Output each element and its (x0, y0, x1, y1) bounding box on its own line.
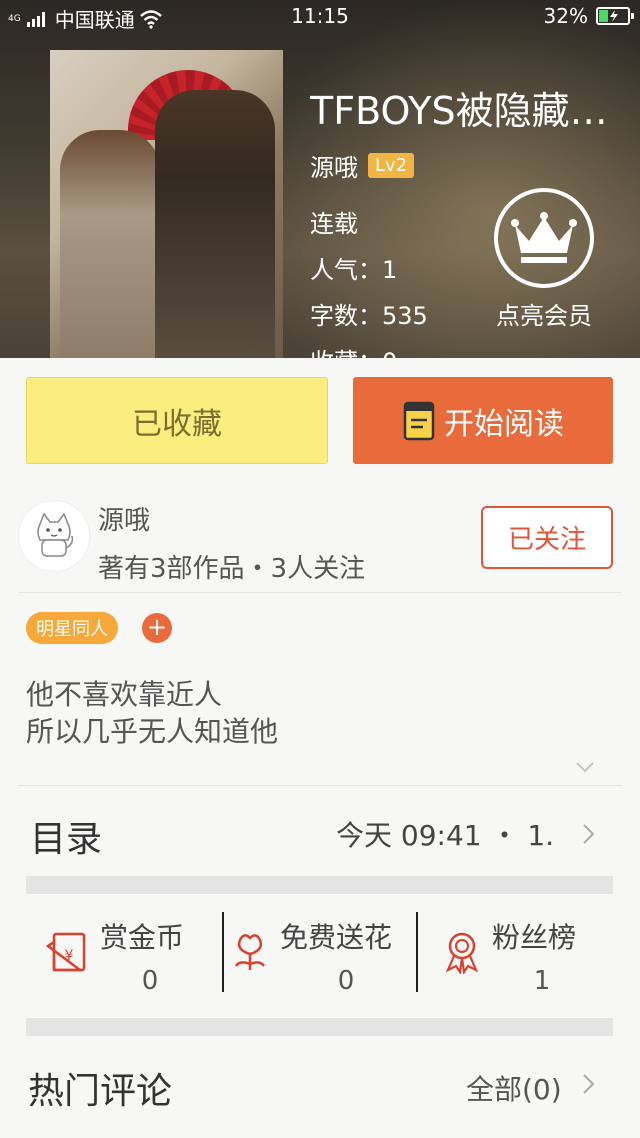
popularity: 人气：1 (310, 256, 398, 284)
hot-comments-row[interactable]: 热门评论 全部(0) (0, 1050, 640, 1120)
divider (18, 785, 622, 786)
toc-title: 目录 (30, 819, 103, 860)
cover-figure-right (155, 90, 275, 358)
book-header: 4G 中国联通 11:15 32% TFBOYS被隐藏… 源哦 Lv2 连载 人… (0, 0, 640, 358)
battery-percent: 32% (543, 4, 588, 28)
tag-chip[interactable]: 明星同人 (26, 612, 118, 644)
free-flowers-value: 0 (337, 966, 355, 996)
chevron-down-icon[interactable] (574, 756, 596, 778)
author-card-name[interactable]: 源哦 (98, 500, 150, 537)
follow-button[interactable]: 已关注 (481, 506, 613, 569)
vip-circle (494, 188, 594, 288)
author-level-badge: Lv2 (368, 153, 415, 178)
serial-status: 连载 (310, 210, 358, 238)
collected-label: 已收藏 (132, 406, 222, 442)
all-comments-link[interactable]: 全部(0) (466, 1068, 562, 1108)
table-of-contents-row[interactable]: 目录 今天 09:41 ・ 1. (0, 800, 640, 870)
collected-button[interactable]: 已收藏 (26, 377, 328, 464)
svg-text:¥: ¥ (65, 948, 74, 964)
fan-ranking-value: 1 (533, 966, 551, 996)
cat-avatar-icon (37, 512, 74, 557)
toc-latest-update: 今天 09:41 ・ 1. (336, 819, 555, 852)
chevron-right-icon (583, 824, 595, 844)
word-count: 字数：535 (310, 302, 428, 330)
book-title: TFBOYS被隐藏… (310, 89, 608, 133)
description-line: 他不喜欢靠近人 (26, 678, 223, 711)
status-bar: 4G 中国联通 11:15 32% (0, 0, 640, 34)
fan-ranking-label: 粉丝榜 (492, 921, 577, 954)
start-reading-label: 开始阅读 (444, 406, 564, 442)
start-reading-button[interactable]: 开始阅读 (353, 377, 613, 464)
vip-button[interactable]: 点亮会员 (492, 188, 596, 331)
cover-figure-left (60, 130, 160, 358)
description-line: 所以几乎无人知道他 (26, 715, 279, 748)
favorite-count: 收藏：0 (310, 342, 397, 358)
section-separator (26, 1018, 613, 1036)
divider (18, 592, 622, 593)
follow-label: 已关注 (507, 525, 586, 555)
reward-coins-item[interactable]: ¥ 赏金币 0 (26, 894, 222, 1016)
author-name[interactable]: 源哦 (310, 148, 358, 183)
fan-ranking-item[interactable]: 粉丝榜 1 (418, 894, 613, 1016)
author-card-stats: 著有3部作品・3人关注 (98, 554, 366, 584)
vip-label: 点亮会员 (496, 302, 592, 330)
book-icon (403, 401, 435, 440)
support-stats: ¥ 赏金币 0 免费送花 0 粉丝榜 1 (26, 894, 613, 1016)
reward-coins-value: 0 (141, 966, 159, 996)
flower-icon (234, 934, 266, 970)
section-separator (26, 876, 613, 894)
hot-comments-title: 热门评论 (28, 1071, 173, 1112)
free-flowers-label: 免费送花 (280, 921, 393, 954)
crown-icon (511, 212, 577, 263)
reward-coins-label: 赏金币 (100, 921, 185, 954)
book-description: 他不喜欢靠近人 所以几乎无人知道他 (26, 676, 278, 750)
status-right: 32% (543, 4, 634, 28)
free-flowers-item[interactable]: 免费送花 0 (224, 894, 416, 1016)
book-cover-image[interactable] (50, 50, 283, 358)
battery-icon (596, 7, 634, 25)
author-avatar[interactable] (18, 500, 90, 572)
medal-icon (445, 932, 479, 974)
add-tag-button[interactable]: + (142, 613, 172, 643)
red-envelope-icon: ¥ (46, 932, 86, 972)
chevron-right-icon (583, 1074, 595, 1094)
author-line: 源哦 Lv2 (310, 148, 415, 183)
